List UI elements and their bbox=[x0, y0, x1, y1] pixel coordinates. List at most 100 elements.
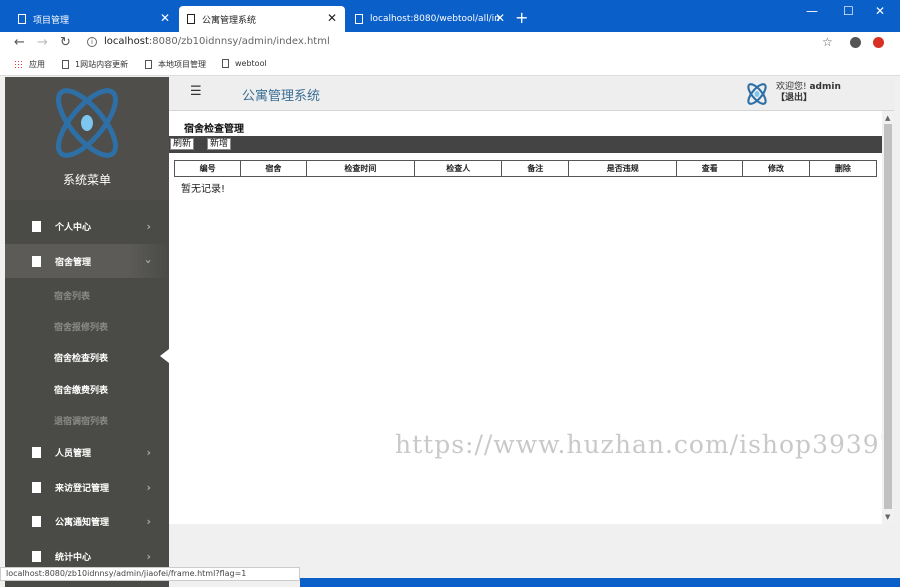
submenu-checkout-transfer[interactable]: 退宿调宿列表 bbox=[54, 414, 108, 427]
bookmark-label: 1网站内容更新 bbox=[75, 60, 129, 69]
menu-label: 人员管理 bbox=[55, 448, 92, 459]
column-header: 检查时间 bbox=[305, 160, 416, 177]
bookmarks-bar: 应用 1网站内容更新 本地项目管理 webtool bbox=[0, 54, 900, 76]
document-icon bbox=[62, 60, 69, 69]
bookmark-item[interactable]: webtool bbox=[222, 59, 267, 68]
menu-personal-center[interactable]: 个人中心 › bbox=[5, 209, 169, 243]
scroll-up-icon[interactable]: ▲ bbox=[885, 114, 890, 122]
chevron-right-icon: › bbox=[146, 549, 151, 563]
account-icon[interactable] bbox=[850, 37, 861, 48]
chevron-right-icon: › bbox=[146, 514, 151, 528]
menu-notice[interactable]: 公寓通知管理 › bbox=[5, 504, 169, 538]
column-header: 是否违规 bbox=[568, 160, 678, 177]
submenu-dorm-fee[interactable]: 宿舍缴费列表 bbox=[54, 383, 108, 396]
back-icon[interactable]: ← bbox=[14, 35, 25, 50]
bookmark-label: 应用 bbox=[29, 60, 45, 69]
document-icon bbox=[18, 14, 26, 24]
tab-label: 项目管理 bbox=[33, 15, 70, 26]
info-icon[interactable]: i bbox=[87, 37, 97, 47]
submenu-dorm-inspection[interactable]: 宿舍检查列表 bbox=[54, 351, 108, 364]
document-icon bbox=[32, 220, 41, 232]
bookmark-item[interactable]: 本地项目管理 bbox=[145, 59, 206, 70]
browser-tab-bar: 项目管理 ✕ 公寓管理系统 ✕ localhost:8080/webtool/a… bbox=[0, 0, 900, 32]
username: admin bbox=[809, 82, 841, 92]
chevron-right-icon: › bbox=[146, 445, 151, 459]
submenu-dorm-list[interactable]: 宿舍列表 bbox=[54, 289, 90, 302]
chevron-right-icon: › bbox=[146, 219, 151, 233]
column-header: 查看 bbox=[676, 160, 744, 177]
column-header: 修改 bbox=[742, 160, 810, 177]
column-header: 检查人 bbox=[414, 160, 503, 177]
menu-visitor-registration[interactable]: 来访登记管理 › bbox=[5, 470, 169, 504]
logout-link[interactable]: 【退出】 bbox=[776, 93, 812, 103]
document-icon bbox=[222, 59, 229, 68]
reload-icon[interactable]: ↻ bbox=[60, 35, 71, 50]
atom-logo-icon bbox=[56, 88, 118, 158]
empty-message: 暂无记录! bbox=[181, 184, 226, 195]
submenu-dorm-repair[interactable]: 宿舍报修列表 bbox=[54, 320, 108, 333]
star-icon[interactable]: ☆ bbox=[822, 35, 833, 49]
close-icon[interactable]: ✕ bbox=[327, 11, 337, 25]
add-button[interactable]: 新增 bbox=[207, 138, 232, 150]
menu-toggle-icon[interactable]: ☰ bbox=[190, 84, 202, 99]
column-header: 宿舍 bbox=[240, 160, 307, 177]
close-icon[interactable]: ✕ bbox=[495, 11, 505, 25]
close-icon[interactable]: ✕ bbox=[160, 11, 170, 25]
bookmark-label: webtool bbox=[235, 59, 267, 68]
menu-label: 宿舍管理 bbox=[55, 257, 92, 268]
scrollbar-thumb[interactable] bbox=[884, 124, 892, 509]
new-tab-icon[interactable]: + bbox=[515, 8, 528, 27]
window-close-icon[interactable]: ✕ bbox=[875, 4, 885, 18]
bookmark-apps[interactable]: 应用 bbox=[14, 59, 45, 70]
status-url: localhost:8080/zb10idnnsy/admin/jiaofei/… bbox=[0, 567, 300, 581]
bookmark-label: 本地项目管理 bbox=[158, 60, 206, 69]
taskbar bbox=[300, 578, 900, 587]
browser-tab-project[interactable]: 项目管理 ✕ bbox=[10, 6, 178, 32]
menu-label: 公寓通知管理 bbox=[55, 517, 110, 528]
maximize-icon[interactable]: ☐ bbox=[843, 4, 854, 18]
active-pointer-icon bbox=[160, 349, 169, 363]
sidebar: 系统菜单 个人中心 › 宿舍管理 › 宿舍列表 宿舍报修列表 宿舍检查列表 宿舍… bbox=[5, 77, 169, 587]
refresh-button[interactable]: 刷新 bbox=[170, 138, 195, 150]
page-title: 宿舍检查管理 bbox=[184, 124, 244, 135]
document-icon bbox=[32, 515, 41, 527]
table-header-row: 编号 宿舍 检查时间 检查人 备注 是否违规 查看 修改 删除 bbox=[173, 160, 878, 177]
document-icon bbox=[32, 481, 41, 493]
app-title: 公寓管理系统 bbox=[242, 89, 321, 104]
apps-grid-icon bbox=[14, 60, 23, 69]
welcome-block: 欢迎您! admin 【退出】 bbox=[776, 82, 841, 104]
atom-logo-icon bbox=[747, 83, 767, 105]
extension-icon[interactable] bbox=[873, 37, 884, 48]
sidebar-title: 系统菜单 bbox=[62, 173, 111, 187]
url-host: localhost bbox=[104, 36, 149, 47]
menu-dorm-management[interactable]: 宿舍管理 › bbox=[5, 244, 169, 278]
browser-tab-webtool[interactable]: localhost:8080/webtool/all/in ✕ bbox=[347, 6, 513, 32]
url-path: :8080/zb10idnnsy/admin/index.html bbox=[148, 36, 330, 47]
browser-tab-active[interactable]: 公寓管理系统 ✕ bbox=[179, 6, 345, 32]
forward-icon[interactable]: → bbox=[37, 35, 48, 50]
document-icon bbox=[187, 14, 195, 24]
document-icon bbox=[32, 446, 41, 458]
scroll-down-icon[interactable]: ▼ bbox=[885, 513, 890, 521]
toolbar: 刷新 新增 bbox=[169, 136, 882, 153]
menu-label: 个人中心 bbox=[55, 222, 92, 233]
inspection-table: 编号 宿舍 检查时间 检查人 备注 是否违规 查看 修改 删除 bbox=[173, 160, 878, 177]
menu-label: 统计中心 bbox=[55, 552, 92, 563]
document-icon bbox=[32, 550, 41, 562]
tab-label: 公寓管理系统 bbox=[202, 15, 257, 26]
menu-label: 来访登记管理 bbox=[55, 483, 110, 494]
column-header: 删除 bbox=[808, 160, 878, 177]
chevron-down-icon: › bbox=[142, 258, 156, 264]
minimize-icon[interactable]: — bbox=[806, 4, 818, 18]
watermark-text: https://www.huzhan.com/ishop39397 bbox=[395, 430, 897, 459]
menu-personnel[interactable]: 人员管理 › bbox=[5, 435, 169, 469]
bookmark-item[interactable]: 1网站内容更新 bbox=[62, 59, 128, 70]
chevron-right-icon: › bbox=[146, 480, 151, 494]
document-icon bbox=[32, 255, 41, 267]
document-icon bbox=[145, 60, 152, 69]
tab-label: localhost:8080/webtool/all/in bbox=[370, 14, 500, 24]
document-icon bbox=[355, 14, 363, 24]
welcome-text: 欢迎您! bbox=[776, 82, 807, 92]
column-header: 编号 bbox=[173, 160, 242, 177]
url-field[interactable]: localhost:8080/zb10idnnsy/admin/index.ht… bbox=[104, 36, 330, 47]
